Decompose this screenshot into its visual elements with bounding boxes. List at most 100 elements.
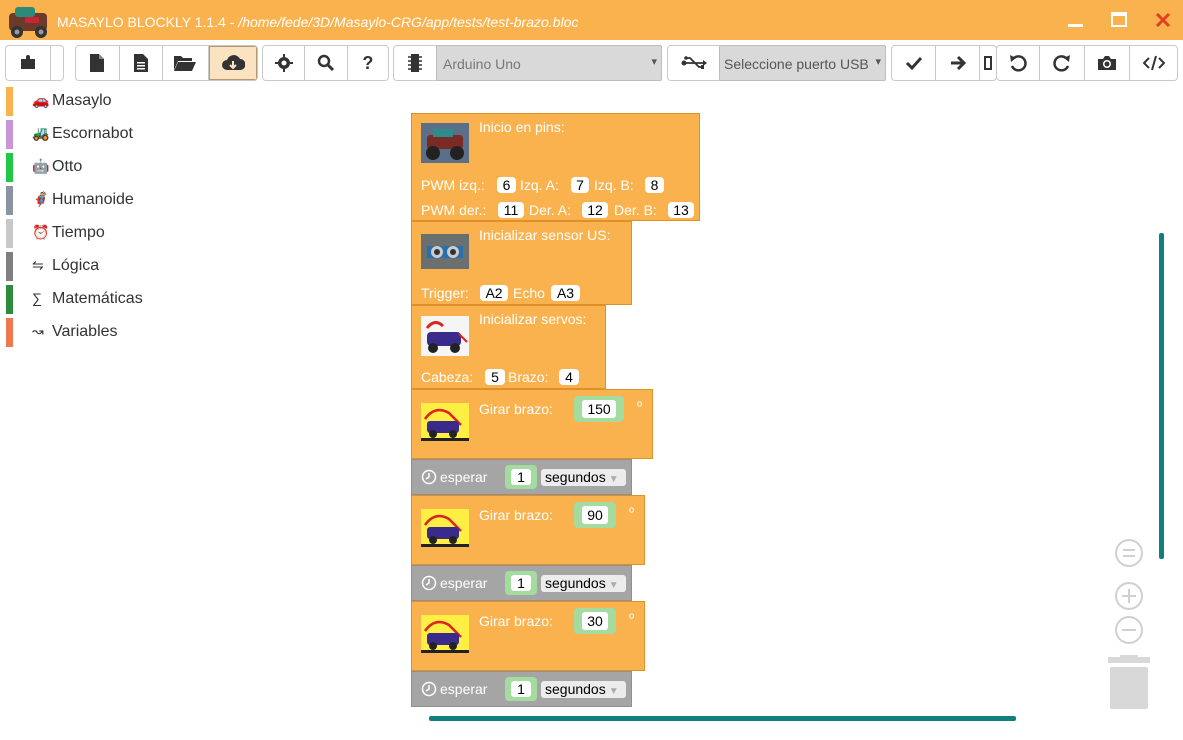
save-file-button[interactable]	[208, 46, 257, 80]
help-icon: ?	[362, 52, 374, 73]
chevron-down-icon: ▾	[651, 56, 657, 68]
zoom-reset-icon[interactable]	[1115, 539, 1143, 567]
category-icon: 🚗	[32, 92, 50, 108]
board-select[interactable]: Arduino Uno ▾	[436, 45, 662, 81]
board-button[interactable]	[394, 46, 436, 80]
wait-block[interactable]: esperar 1 segundos ▼	[411, 565, 632, 601]
ultrasonic-sensor-image	[421, 234, 469, 269]
category-color-bar	[6, 252, 13, 281]
redo-button[interactable]	[1040, 46, 1085, 80]
maximize-button[interactable]	[1107, 8, 1131, 32]
redo-icon	[1052, 55, 1070, 72]
time-unit-value: segundos	[545, 469, 606, 485]
monitor-button[interactable]	[980, 46, 996, 80]
right-b-label: Der. B:	[614, 202, 657, 218]
category-4[interactable]: 🦸 Humanoide	[0, 184, 200, 217]
wait-value-field[interactable]: 1	[511, 469, 531, 485]
verify-button[interactable]	[892, 46, 936, 80]
zoom-out-icon[interactable]	[1115, 616, 1143, 644]
open-file-button[interactable]	[163, 46, 209, 80]
screenshot-button[interactable]	[1085, 46, 1131, 80]
arm-field[interactable]: 4	[559, 369, 579, 385]
minimize-button[interactable]	[1063, 8, 1087, 32]
category-5[interactable]: ⏰ Tiempo	[0, 217, 200, 250]
time-unit-value: segundos	[545, 681, 606, 697]
pwm-right-field[interactable]: 11	[498, 202, 524, 218]
open-example-button[interactable]	[120, 46, 164, 80]
search-button[interactable]	[305, 46, 348, 80]
number-block[interactable]: 1	[505, 465, 537, 489]
title-bar: MASAYLO BLOCKLY 1.1.4 - /home/fede/3D/Ma…	[0, 0, 1183, 40]
usb-refresh-button[interactable]	[668, 46, 720, 80]
arrow-right-icon	[950, 55, 966, 71]
category-sidebar: 🚗 Masaylo 🚜 Escornabot 🤖 Otto 🦸 Humanoide ⏰ Tiemp…	[0, 85, 200, 349]
undo-button[interactable]	[997, 46, 1040, 80]
rotate-arm-block[interactable]: Girar brazo: 150 º	[411, 389, 653, 459]
degree-symbol: º	[629, 504, 635, 520]
angle-field[interactable]: 150	[582, 400, 616, 418]
right-a-field[interactable]: 12	[582, 202, 608, 218]
board-select-value: Arduino Uno	[443, 56, 521, 72]
time-unit-dropdown[interactable]: segundos ▼	[541, 575, 626, 592]
init-servos-block[interactable]: Inicializar servos: Cabeza: 5 Brazo: 4	[411, 305, 606, 389]
arm-robot-image	[421, 509, 469, 547]
number-block[interactable]: 1	[505, 571, 537, 595]
trash-icon[interactable]	[1106, 655, 1152, 711]
chip-icon	[408, 54, 422, 72]
close-button[interactable]	[1151, 8, 1175, 32]
angle-field[interactable]: 30	[582, 612, 608, 630]
category-6[interactable]: ⇋ Lógica	[0, 250, 200, 283]
category-text: Escornabot	[52, 125, 133, 142]
time-unit-dropdown[interactable]: segundos ▼	[541, 681, 626, 698]
left-b-field[interactable]: 8	[645, 177, 664, 193]
wait-value-field[interactable]: 1	[511, 575, 531, 591]
degree-symbol: º	[637, 398, 643, 414]
left-a-field[interactable]: 7	[571, 177, 589, 193]
angle-field[interactable]: 90	[582, 506, 608, 524]
new-file-button[interactable]	[76, 46, 120, 80]
left-b-label: Izq. B:	[594, 177, 634, 193]
number-block[interactable]: 150	[574, 396, 624, 422]
zoom-in-icon[interactable]	[1115, 582, 1143, 610]
settings-button[interactable]	[263, 46, 306, 80]
category-color-bar	[6, 153, 13, 182]
vertical-scrollbar[interactable]	[1159, 233, 1164, 559]
usb-port-select[interactable]: Seleccione puerto USB ▾	[719, 45, 886, 81]
echo-field[interactable]: A3	[551, 285, 580, 301]
wait-block[interactable]: esperar 1 segundos ▼	[411, 671, 632, 707]
number-block[interactable]: 90	[574, 502, 616, 528]
horizontal-scrollbar[interactable]	[429, 716, 1016, 721]
head-field[interactable]: 5	[485, 369, 505, 385]
pwm-left-field[interactable]: 6	[497, 177, 516, 193]
category-icon: 🚜	[32, 125, 50, 141]
maximize-icon	[1111, 12, 1127, 27]
rotate-arm-block[interactable]: Girar brazo: 90 º	[411, 495, 645, 565]
wait-value-field[interactable]: 1	[511, 681, 531, 697]
category-label: 🚗 Masaylo	[32, 92, 112, 110]
number-block[interactable]: 1	[505, 677, 537, 701]
wait-block[interactable]: esperar 1 segundos ▼	[411, 459, 632, 495]
category-color-bar	[6, 120, 13, 149]
code-icon	[1142, 55, 1165, 71]
code-view-button[interactable]	[1130, 46, 1177, 80]
rotate-arm-block[interactable]: Girar brazo: 30 º	[411, 601, 645, 671]
category-2[interactable]: 🚜 Escornabot	[0, 118, 200, 151]
upload-button[interactable]	[936, 46, 980, 80]
help-button[interactable]: ?	[348, 46, 388, 80]
time-unit-dropdown[interactable]: segundos ▼	[541, 469, 626, 486]
right-b-field[interactable]: 13	[668, 202, 694, 218]
category-1[interactable]: 🚗 Masaylo	[0, 85, 200, 118]
category-7[interactable]: ∑ Matemáticas	[0, 283, 200, 316]
init-us-sensor-block[interactable]: Inicializar sensor US: Trigger: A2 Echo …	[411, 221, 632, 305]
category-3[interactable]: 🤖 Otto	[0, 151, 200, 184]
toggle-panel-button[interactable]	[6, 46, 52, 80]
category-label: ⇋ Lógica	[32, 257, 99, 275]
category-label: ∑ Matemáticas	[32, 290, 143, 308]
time-unit-value: segundos	[545, 575, 606, 591]
category-icon: 🦸	[32, 191, 50, 207]
init-pins-block[interactable]: Inicio en pins: PWM izq.: 6 Izq. A: 7 Iz…	[411, 113, 700, 221]
number-block[interactable]: 30	[574, 608, 616, 634]
category-8[interactable]: ↝ Variables	[0, 316, 200, 349]
trigger-field[interactable]: A2	[480, 285, 508, 301]
